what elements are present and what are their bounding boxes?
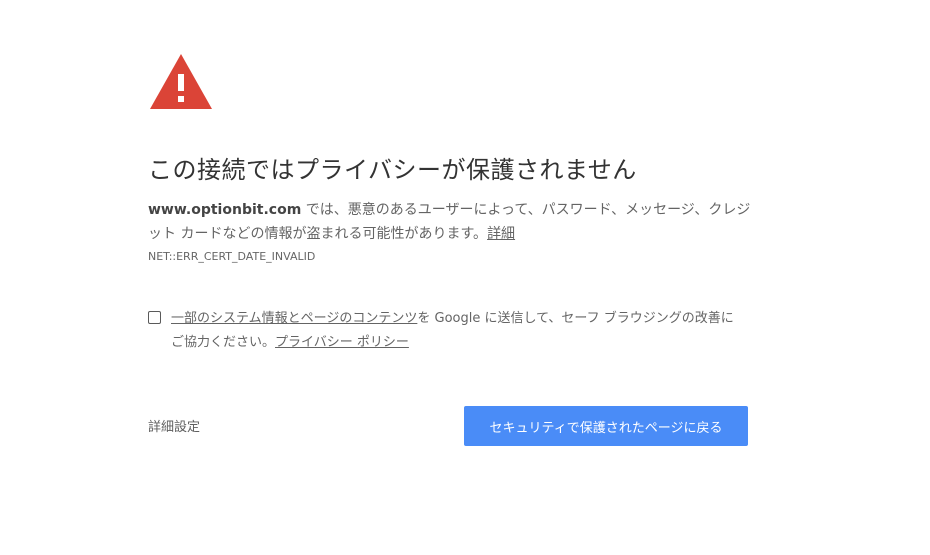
interstitial-page: この接続ではプライバシーが保護されません www.optionbit.com で… [0,0,930,555]
back-to-safety-button[interactable]: セキュリティで保護されたページに戻る [464,406,748,446]
privacy-policy-link[interactable]: プライバシー ポリシー [275,335,409,350]
report-optin-label: 一部のシステム情報とページのコンテンツを Google に送信して、セーフ ブラ… [171,307,746,355]
page-title: この接続ではプライバシーが保護されません [148,156,637,184]
error-description: www.optionbit.com では、悪意のあるユーザーによって、パスワード… [148,198,758,246]
error-code: NET::ERR_CERT_DATE_INVALID [148,250,316,263]
warning-triangle-icon [150,54,212,109]
advanced-button[interactable]: 詳細設定 [148,416,200,435]
site-domain: www.optionbit.com [148,202,302,218]
system-info-link[interactable]: 一部のシステム情報とページのコンテンツ [171,311,417,326]
details-link[interactable]: 詳細 [487,226,515,242]
report-optin-checkbox[interactable] [148,311,161,324]
